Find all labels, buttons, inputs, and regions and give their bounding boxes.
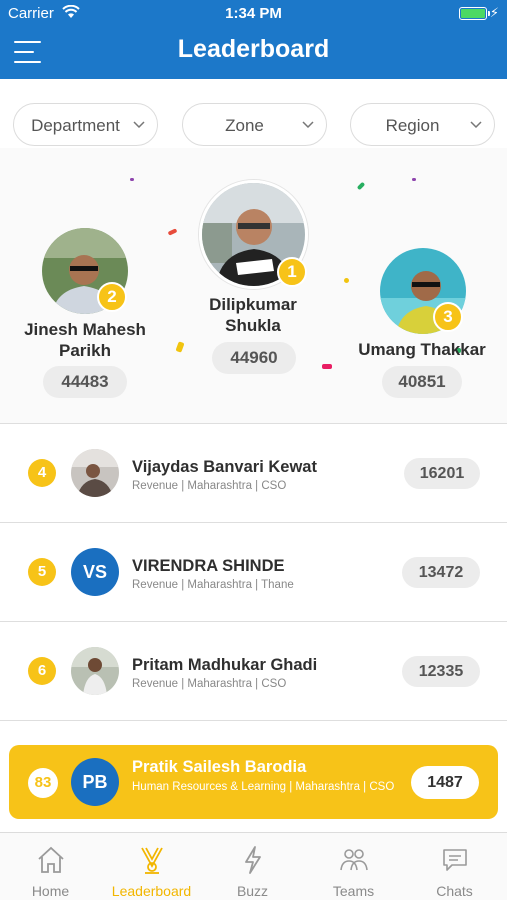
lightning-icon bbox=[245, 846, 261, 874]
confetti bbox=[356, 181, 366, 191]
chat-icon bbox=[443, 849, 467, 871]
charging-icon: ⚡ bbox=[489, 5, 499, 20]
confetti bbox=[322, 364, 332, 369]
current-user-rank: 83 bbox=[28, 768, 58, 798]
leaderboard-row-6[interactable]: 6 Pritam Madhukar Ghadi Revenue | Mahara… bbox=[0, 622, 507, 721]
confetti bbox=[130, 178, 134, 181]
tab-label: Leaderboard bbox=[111, 883, 192, 899]
bottom-tab-bar: Home Leaderboard Buzz Teams Chats bbox=[0, 832, 507, 900]
page-title: Leaderboard bbox=[177, 35, 330, 63]
people-icon bbox=[340, 849, 368, 871]
avatar bbox=[71, 647, 119, 695]
region-filter-label: Region bbox=[385, 116, 440, 135]
tab-chats[interactable]: Chats bbox=[404, 833, 505, 900]
tab-label: Chats bbox=[436, 883, 473, 899]
department-filter[interactable]: Department bbox=[13, 103, 158, 146]
podium-name-3: Umang Thakkar bbox=[358, 340, 486, 359]
current-user-name: Pratik Sailesh Barodia bbox=[132, 758, 307, 776]
avatar bbox=[71, 449, 119, 497]
current-user-details: Human Resources & Learning | Maharashtra… bbox=[132, 781, 395, 793]
tab-label: Buzz bbox=[236, 883, 269, 899]
member-score: 16201 bbox=[404, 458, 480, 489]
department-filter-label: Department bbox=[31, 116, 120, 135]
rank-badge-1: 1 bbox=[277, 257, 307, 287]
current-user-score: 1487 bbox=[411, 766, 479, 799]
podium-score-3: 40851 bbox=[382, 366, 462, 398]
chevron-down-icon bbox=[302, 121, 314, 129]
member-score: 12335 bbox=[402, 656, 480, 687]
tab-teams[interactable]: Teams bbox=[303, 833, 404, 900]
zone-filter[interactable]: Zone bbox=[182, 103, 327, 146]
member-details: Revenue | Maharashtra | CSO bbox=[132, 480, 287, 492]
podium-score-2: 44483 bbox=[43, 366, 127, 398]
avatar: VS bbox=[71, 548, 119, 596]
avatar: PB bbox=[71, 758, 119, 806]
top-three-podium: 1 Dilipkumar Shukla 44960 2 Jinesh Mahes… bbox=[0, 148, 507, 424]
filter-bar: Department Zone Region bbox=[13, 103, 495, 147]
podium-name-2: Jinesh Mahesh Parikh bbox=[24, 320, 146, 360]
tab-label: Home bbox=[31, 883, 70, 899]
leaderboard-row-4[interactable]: 4 Vijaydas Banvari Kewat Revenue | Mahar… bbox=[0, 424, 507, 523]
chevron-down-icon bbox=[133, 121, 145, 129]
confetti bbox=[175, 341, 185, 353]
rank-badge-2: 2 bbox=[97, 282, 127, 312]
member-name: Pritam Madhukar Ghadi bbox=[132, 656, 318, 674]
member-details: Revenue | Maharashtra | Thane bbox=[132, 579, 294, 591]
tab-buzz[interactable]: Buzz bbox=[202, 833, 303, 900]
status-bar: Carrier 1:34 PM ⚡ bbox=[0, 0, 507, 28]
current-user-card[interactable]: 83 PB Pratik Sailesh Barodia Human Resou… bbox=[9, 745, 498, 819]
home-icon bbox=[38, 846, 64, 873]
member-name: VIRENDRA SHINDE bbox=[132, 557, 285, 575]
tab-label: Teams bbox=[332, 883, 375, 899]
confetti bbox=[167, 228, 178, 236]
rank-number: 4 bbox=[28, 459, 56, 487]
chevron-down-icon bbox=[470, 121, 482, 129]
battery-icon bbox=[459, 7, 490, 20]
member-details: Revenue | Maharashtra | CSO bbox=[132, 678, 287, 690]
rank-number: 6 bbox=[28, 657, 56, 685]
app-header: Carrier 1:34 PM ⚡ Leaderboard bbox=[0, 0, 507, 79]
rank-badge-3: 3 bbox=[433, 302, 463, 332]
confetti bbox=[344, 278, 349, 283]
member-name: Vijaydas Banvari Kewat bbox=[132, 458, 317, 476]
rank-number: 5 bbox=[28, 558, 56, 586]
confetti bbox=[412, 178, 416, 181]
podium-score-1: 44960 bbox=[212, 342, 296, 374]
member-score: 13472 bbox=[402, 557, 480, 588]
tab-leaderboard[interactable]: Leaderboard bbox=[101, 833, 202, 900]
tab-home[interactable]: Home bbox=[0, 833, 101, 900]
podium-name-1: Dilipkumar Shukla bbox=[209, 295, 297, 335]
status-time: 1:34 PM bbox=[225, 5, 282, 22]
region-filter[interactable]: Region bbox=[350, 103, 495, 146]
leaderboard-row-5[interactable]: 5 VS VIRENDRA SHINDE Revenue | Maharasht… bbox=[0, 523, 507, 622]
zone-filter-label: Zone bbox=[225, 116, 264, 135]
trophy-icon bbox=[141, 847, 163, 874]
